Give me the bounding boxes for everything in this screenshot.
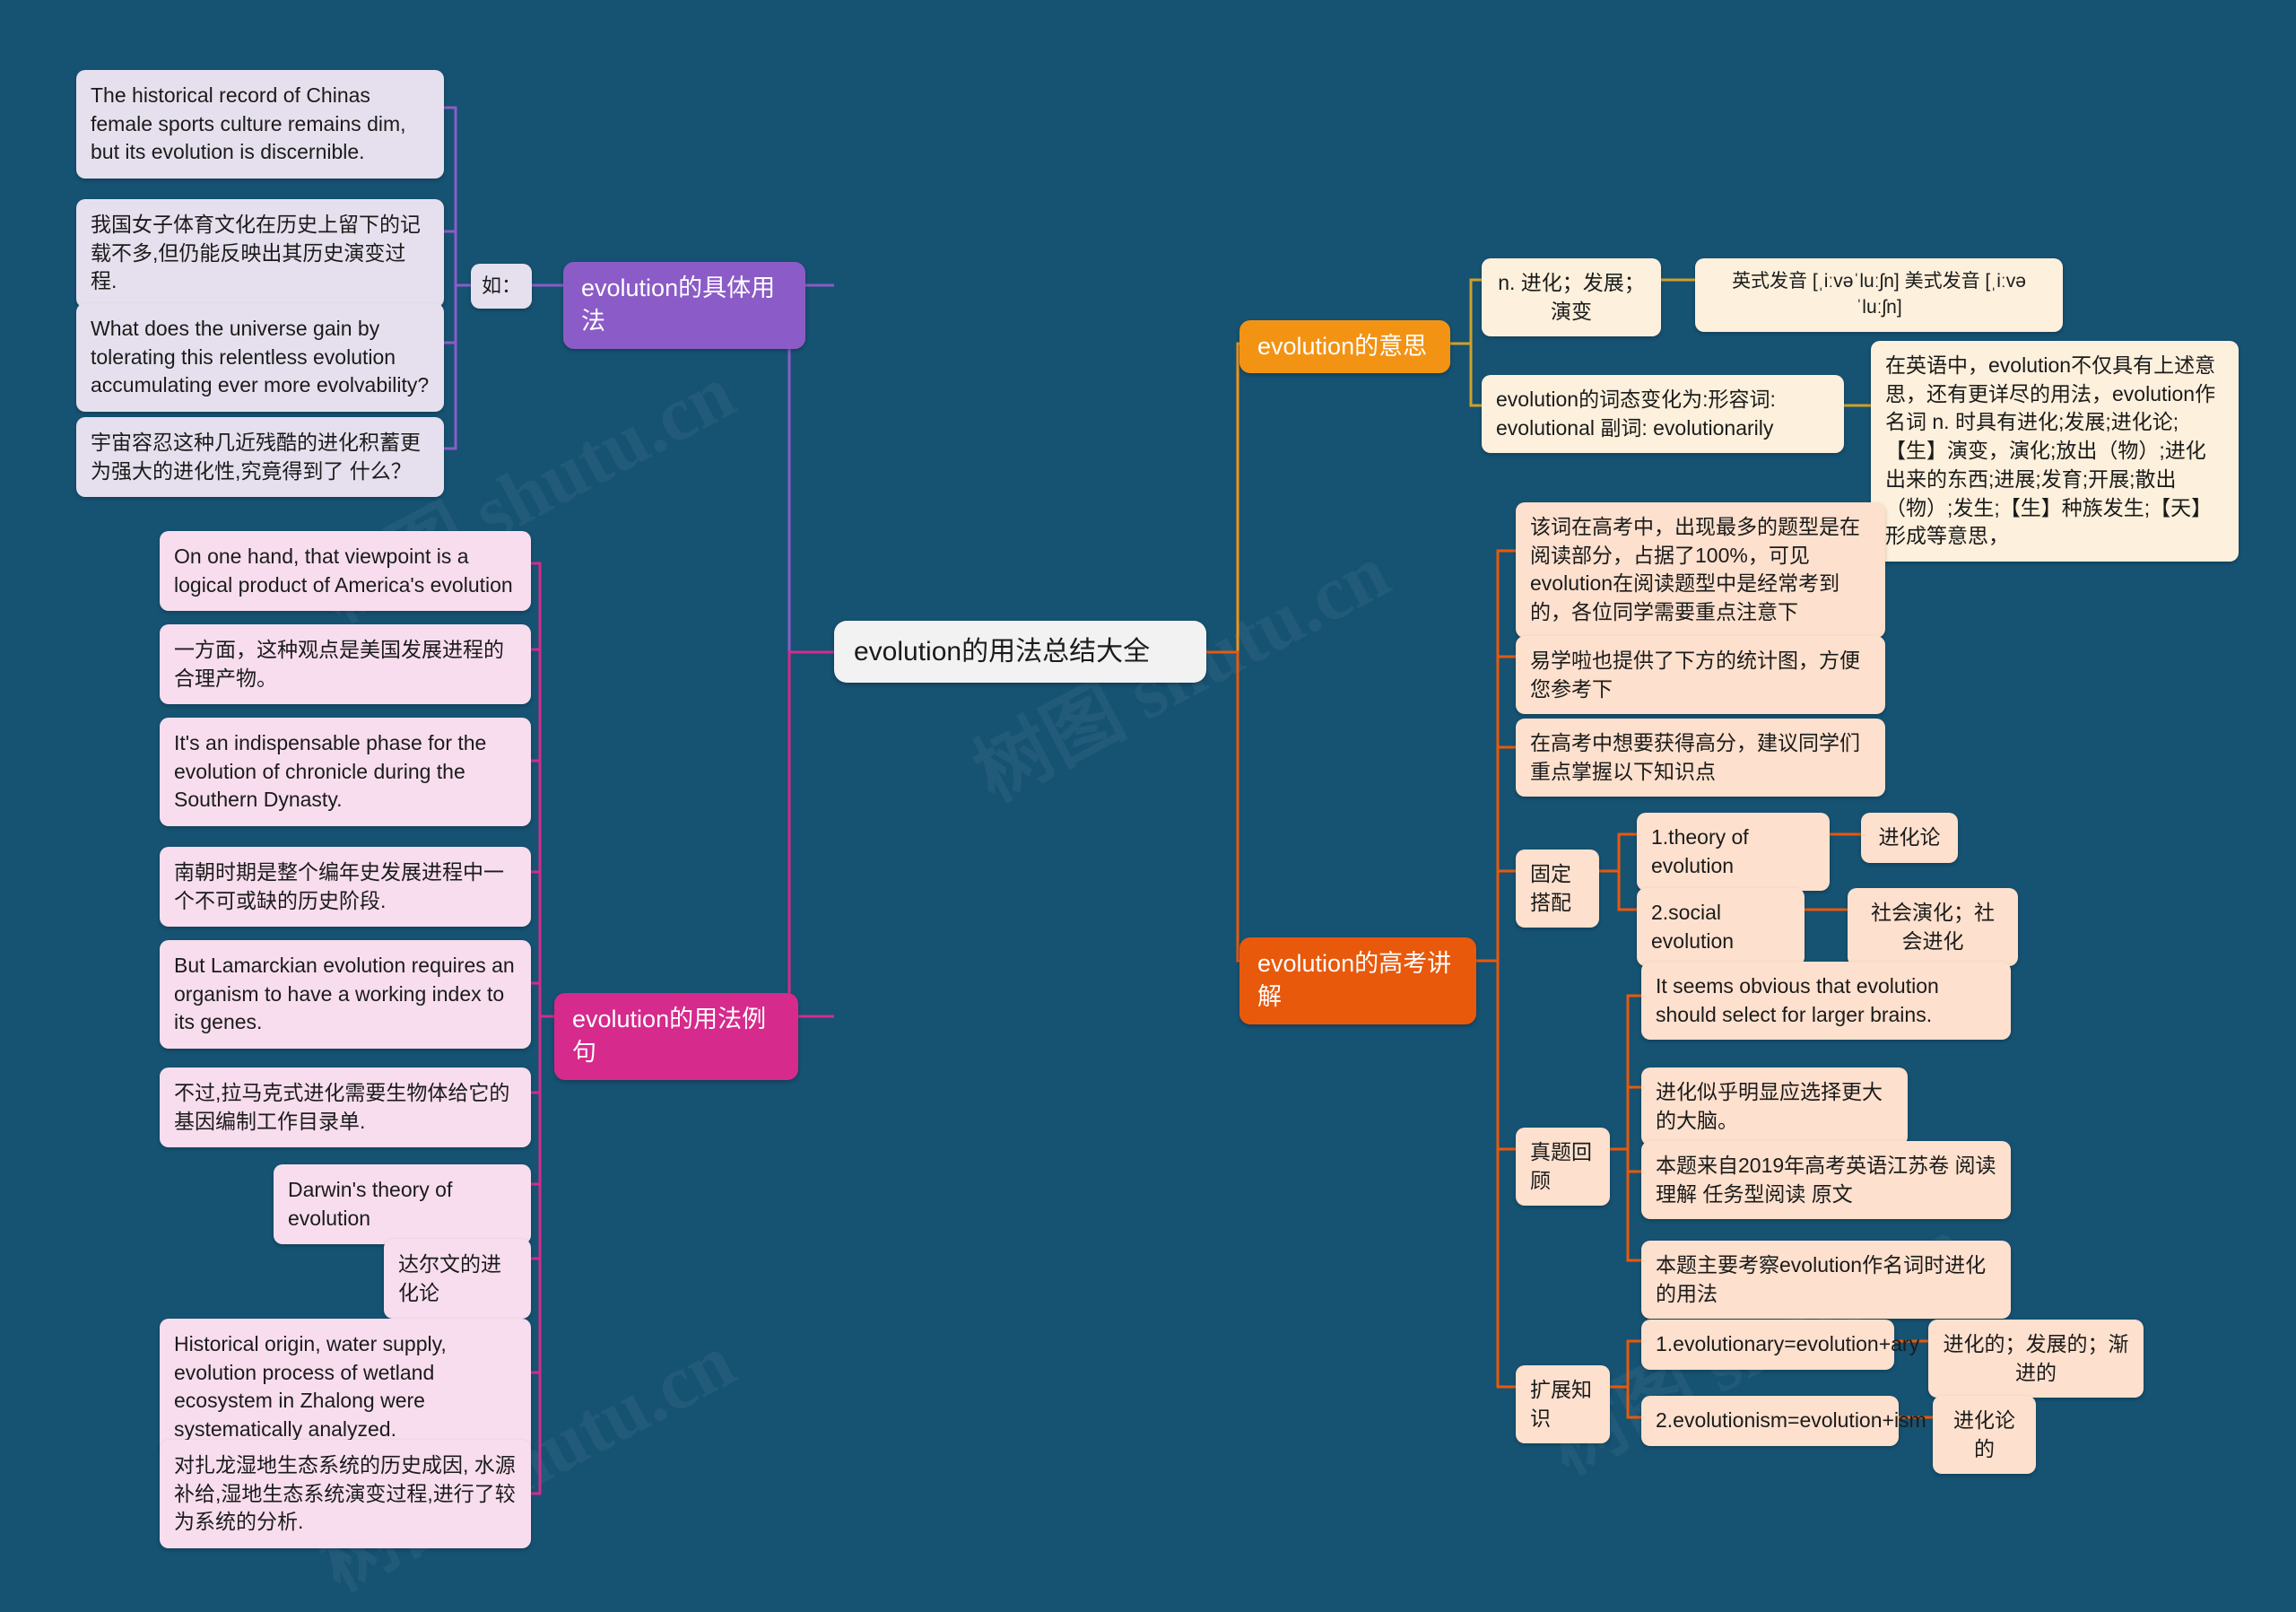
meaning-detail-node[interactable]: 在英语中，evolution不仅具有上述意思，还有更详尽的用法，evolutio…	[1871, 341, 2239, 562]
usage-example-item[interactable]: The historical record of Chinas female s…	[76, 70, 444, 179]
extended-meaning-text: 进化的；发展的；渐进的	[1943, 1332, 2129, 1384]
example-sentence-item[interactable]: 一方面，这种观点是美国发展进程的合理产物。	[160, 624, 531, 705]
example-sentence-item[interactable]: It's an indispensable phase for the evol…	[160, 718, 531, 827]
example-sentence-text: Darwin's theory of evolution	[288, 1178, 453, 1230]
collocations-label: 固定搭配	[1530, 862, 1571, 914]
example-sentence-item[interactable]: On one hand, that viewpoint is a logical…	[160, 531, 531, 612]
root-node[interactable]: evolution的用法总结大全	[834, 621, 1206, 684]
pronunciation-node[interactable]: 英式发音 [ˌiːvəˈluːʃn] 美式发音 [ˌiːvəˈluːʃn]	[1695, 258, 2063, 332]
branch-gaokao[interactable]: evolution的高考讲解	[1239, 937, 1476, 1024]
extended-phrase[interactable]: 1.evolutionary=evolution+ary	[1641, 1320, 1920, 1370]
past-paper-item[interactable]: 进化似乎明显应选择更大的大脑。	[1641, 1067, 1908, 1146]
extended-knowledge-label: 扩展知识	[1530, 1378, 1592, 1430]
branch-examples-label: evolution的用法例句	[572, 1006, 767, 1067]
example-sentence-item[interactable]: 达尔文的进化论	[384, 1239, 531, 1320]
collocation-phrase-text: 2.social evolution	[1651, 901, 1735, 953]
example-sentence-text: 不过,拉马克式进化需要生物体给它的基因编制工作目录单.	[174, 1081, 510, 1133]
extended-phrase[interactable]: 2.evolutionism=evolution+ism	[1641, 1396, 1926, 1446]
usage-connector-node[interactable]: 如：	[471, 264, 532, 309]
usage-example-item[interactable]: What does the universe gain by toleratin…	[76, 303, 444, 413]
past-papers-label: 真题回顾	[1530, 1140, 1592, 1192]
meaning-definition-text: n. 进化；发展；演变	[1498, 271, 1645, 323]
branch-usage[interactable]: evolution的具体用法	[563, 262, 805, 349]
usage-example-text: What does the universe gain by toleratin…	[91, 317, 430, 397]
extended-meaning[interactable]: 进化的；发展的；渐进的	[1928, 1320, 2144, 1399]
example-sentence-text: 一方面，这种观点是美国发展进程的合理产物。	[174, 638, 504, 690]
collocation-phrase[interactable]: 2.social evolution	[1637, 888, 1805, 967]
extended-knowledge-group[interactable]: 扩展知识	[1516, 1365, 1610, 1444]
example-sentence-item[interactable]: 对扎龙湿地生态系统的历史成因, 水源补给,湿地生态系统演变过程,进行了较为系统的…	[160, 1440, 531, 1549]
branch-meaning[interactable]: evolution的意思	[1239, 320, 1450, 374]
usage-example-item[interactable]: 我国女子体育文化在历史上留下的记载不多,但仍能反映出其历史演变过程.	[76, 199, 444, 309]
past-paper-item[interactable]: It seems obvious that evolution should s…	[1641, 962, 2011, 1041]
pronunciation-text: 英式发音 [ˌiːvəˈluːʃn] 美式发音 [ˌiːvəˈluːʃn]	[1732, 271, 2026, 318]
root-label: evolution的用法总结大全	[854, 637, 1151, 667]
word-forms-node[interactable]: evolution的词态变化为:形容词: evolutional 副词: evo…	[1482, 375, 1844, 454]
past-paper-text: 本题来自2019年高考英语江苏卷 阅读理解 任务型阅读 原文	[1656, 1154, 1996, 1206]
branch-meaning-label: evolution的意思	[1257, 333, 1428, 360]
past-papers-group[interactable]: 真题回顾	[1516, 1128, 1610, 1207]
past-paper-text: 进化似乎明显应选择更大的大脑。	[1656, 1080, 1883, 1132]
gaokao-note-text: 该词在高考中，出现最多的题型是在阅读部分，占据了100%，可见evolution…	[1530, 515, 1860, 624]
past-paper-item[interactable]: 本题主要考察evolution作名词时进化的用法	[1641, 1241, 2011, 1320]
collocation-meaning-text: 社会演化；社会进化	[1871, 901, 1995, 953]
collocation-phrase[interactable]: 1.theory of evolution	[1637, 813, 1830, 892]
collocations-group[interactable]: 固定搭配	[1516, 850, 1599, 928]
usage-example-item[interactable]: 宇宙容忍这种几近残酷的进化积蓄更为强大的进化性,究竟得到了 什么？	[76, 417, 444, 498]
example-sentence-text: Historical origin, water supply, evoluti…	[174, 1332, 447, 1442]
example-sentence-text: 对扎龙湿地生态系统的历史成因, 水源补给,湿地生态系统演变过程,进行了较为系统的…	[174, 1453, 516, 1534]
extended-phrase-text: 1.evolutionary=evolution+ary	[1656, 1332, 1920, 1355]
branch-gaokao-label: evolution的高考讲解	[1257, 950, 1452, 1011]
extended-meaning-text: 进化论的	[1953, 1408, 2015, 1460]
usage-example-text: The historical record of Chinas female s…	[91, 83, 406, 164]
branch-usage-label: evolution的具体用法	[581, 274, 776, 335]
example-sentence-text: It's an indispensable phase for the evol…	[174, 731, 487, 812]
example-sentence-item[interactable]: 不过,拉马克式进化需要生物体给它的基因编制工作目录单.	[160, 1067, 531, 1148]
example-sentence-item[interactable]: 南朝时期是整个编年史发展进程中一个不可或缺的历史阶段.	[160, 847, 531, 928]
usage-connector-label: 如：	[481, 274, 521, 297]
collocation-meaning-text: 进化论	[1878, 825, 1941, 849]
usage-example-text: 宇宙容忍这种几近残酷的进化积蓄更为强大的进化性,究竟得到了 什么？	[91, 431, 421, 483]
gaokao-note-item[interactable]: 易学啦也提供了下方的统计图，方便您参考下	[1516, 636, 1885, 715]
gaokao-note-item[interactable]: 该词在高考中，出现最多的题型是在阅读部分，占据了100%，可见evolution…	[1516, 502, 1885, 638]
gaokao-note-text: 在高考中想要获得高分，建议同学们重点掌握以下知识点	[1530, 731, 1860, 783]
word-forms-text: evolution的词态变化为:形容词: evolutional 副词: evo…	[1496, 388, 1776, 440]
example-sentence-text: 南朝时期是整个编年史发展进程中一个不可或缺的历史阶段.	[174, 860, 504, 912]
extended-meaning[interactable]: 进化论的	[1933, 1396, 2036, 1475]
gaokao-note-text: 易学啦也提供了下方的统计图，方便您参考下	[1530, 649, 1860, 701]
gaokao-note-item[interactable]: 在高考中想要获得高分，建议同学们重点掌握以下知识点	[1516, 719, 1885, 797]
collocation-meaning[interactable]: 社会演化；社会进化	[1848, 888, 2018, 967]
past-paper-item[interactable]: 本题来自2019年高考英语江苏卷 阅读理解 任务型阅读 原文	[1641, 1141, 2011, 1220]
usage-example-text: 我国女子体育文化在历史上留下的记载不多,但仍能反映出其历史演变过程.	[91, 213, 421, 293]
example-sentence-item[interactable]: But Lamarckian evolution requires an org…	[160, 940, 531, 1050]
collocation-phrase-text: 1.theory of evolution	[1651, 825, 1749, 877]
collocation-meaning[interactable]: 进化论	[1861, 813, 1958, 863]
meaning-detail-text: 在英语中，evolution不仅具有上述意思，还有更详尽的用法，evolutio…	[1885, 353, 2216, 548]
example-sentence-item[interactable]: Historical origin, water supply, evoluti…	[160, 1319, 531, 1456]
extended-phrase-text: 2.evolutionism=evolution+ism	[1656, 1408, 1926, 1432]
mindmap-canvas: 树图 shutu.cn 树图 shutu.cn 树图 shutu.cn 树图 s…	[0, 0, 2296, 1607]
past-paper-text: 本题主要考察evolution作名词时进化的用法	[1656, 1253, 1987, 1305]
meaning-definition-node[interactable]: n. 进化；发展；演变	[1482, 258, 1661, 337]
branch-examples[interactable]: evolution的用法例句	[554, 993, 798, 1080]
example-sentence-text: But Lamarckian evolution requires an org…	[174, 954, 515, 1034]
example-sentence-text: On one hand, that viewpoint is a logical…	[174, 545, 513, 597]
example-sentence-item[interactable]: Darwin's theory of evolution	[274, 1164, 531, 1245]
example-sentence-text: 达尔文的进化论	[398, 1252, 501, 1304]
past-paper-text: It seems obvious that evolution should s…	[1656, 974, 1939, 1026]
